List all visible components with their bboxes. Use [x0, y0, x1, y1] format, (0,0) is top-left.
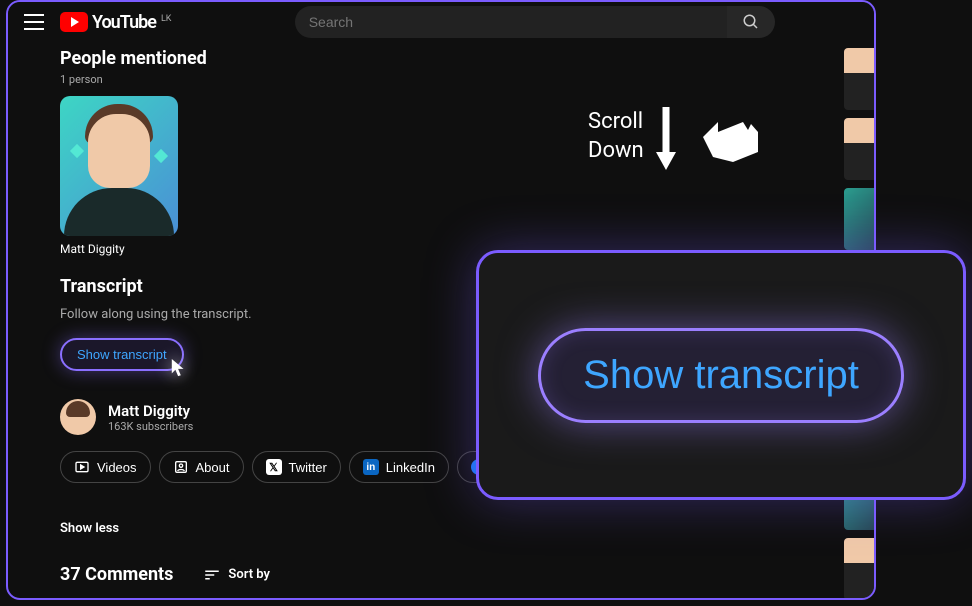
show-transcript-button-zoomed[interactable]: Show transcript	[538, 328, 904, 423]
linkedin-chip[interactable]: in LinkedIn	[349, 451, 449, 483]
x-icon: 𝕏	[266, 459, 282, 475]
annotation-text-line1: Scroll	[588, 108, 644, 137]
menu-icon[interactable]	[24, 14, 44, 30]
chip-label: Videos	[97, 460, 137, 475]
search-icon	[742, 13, 760, 31]
sort-icon	[203, 566, 221, 584]
region-code: LK	[161, 14, 172, 24]
channel-name[interactable]: Matt Diggity	[108, 402, 193, 420]
suggested-thumbnail[interactable]	[844, 188, 874, 250]
arrow-down-icon	[654, 102, 678, 172]
annotation-text-line2: Down	[588, 137, 644, 166]
linkedin-icon: in	[363, 459, 379, 475]
logo-text: YouTube	[92, 12, 156, 33]
sort-label: Sort by	[228, 567, 270, 582]
person-icon	[173, 459, 189, 475]
play-outline-icon	[74, 459, 90, 475]
chip-label: LinkedIn	[386, 460, 435, 475]
search-button[interactable]	[727, 6, 775, 38]
suggested-thumbnail[interactable]	[844, 48, 874, 110]
channel-avatar[interactable]	[60, 399, 96, 435]
pointing-hand-icon	[688, 102, 768, 172]
show-less-button[interactable]: Show less	[60, 521, 824, 536]
videos-chip[interactable]: Videos	[60, 451, 151, 483]
about-chip[interactable]: About	[159, 451, 244, 483]
suggested-thumbnail[interactable]	[844, 118, 874, 180]
sort-by-button[interactable]: Sort by	[203, 566, 270, 584]
people-count: 1 person	[60, 73, 824, 86]
suggested-thumbnail[interactable]	[844, 538, 874, 600]
show-transcript-button[interactable]: Show transcript	[60, 338, 184, 371]
chip-label: Twitter	[289, 460, 327, 475]
youtube-logo[interactable]: YouTube LK	[60, 12, 171, 33]
play-icon	[60, 12, 88, 32]
zoom-callout: Show transcript	[476, 250, 966, 500]
subscriber-count: 163K subscribers	[108, 420, 193, 433]
mentioned-person-card[interactable]	[60, 96, 178, 236]
comments-header: 37 Comments Sort by	[60, 564, 824, 585]
comments-count: 37 Comments	[60, 564, 173, 585]
people-mentioned-title: People mentioned	[60, 48, 824, 69]
twitter-chip[interactable]: 𝕏 Twitter	[252, 451, 341, 483]
search-container	[211, 6, 858, 38]
header: YouTube LK	[8, 2, 874, 42]
scroll-down-annotation: Scroll Down	[588, 102, 768, 172]
chip-label: About	[196, 460, 230, 475]
cursor-icon	[170, 357, 188, 379]
search-input[interactable]	[295, 6, 727, 38]
